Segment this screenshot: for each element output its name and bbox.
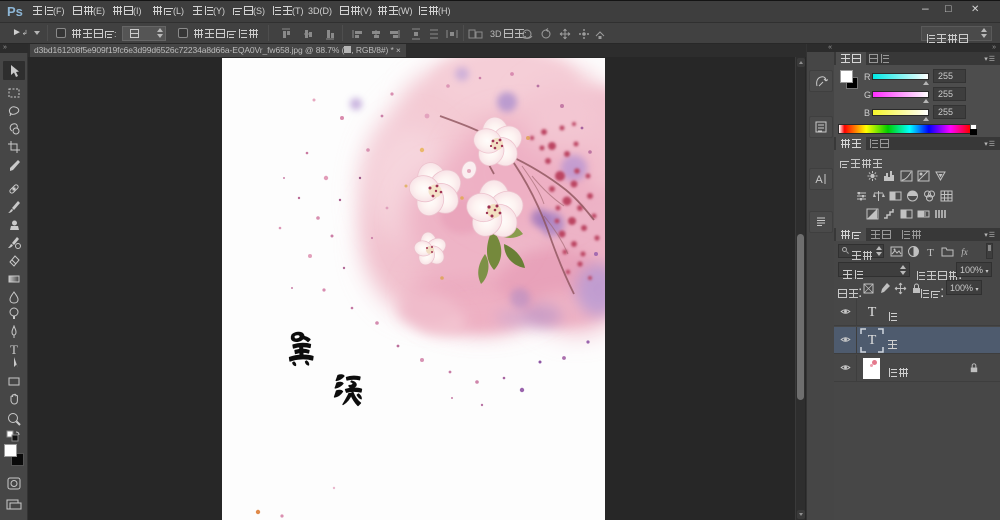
svg-text:T: T	[927, 247, 934, 258]
svg-text:fx: fx	[961, 247, 968, 257]
svg-text:A: A	[815, 174, 823, 186]
